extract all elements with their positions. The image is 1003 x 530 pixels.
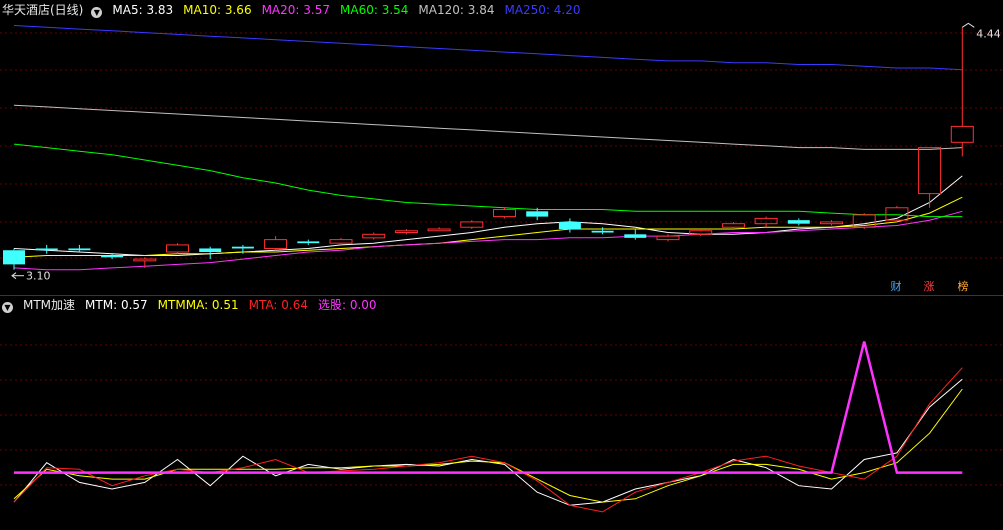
candle[interactable] <box>3 248 25 270</box>
candle[interactable] <box>460 220 484 229</box>
ma60-line <box>13 143 963 218</box>
high-price-label: 4.44 <box>976 27 1001 40</box>
candle[interactable] <box>362 232 386 240</box>
candle[interactable] <box>35 244 58 254</box>
ma250-line <box>13 25 963 71</box>
high-marker-icon <box>962 22 975 28</box>
kline-chart[interactable]: 4.44 3.10 <box>0 0 1003 530</box>
indicator-line-mta <box>13 367 963 513</box>
candle[interactable] <box>950 27 974 157</box>
indicator-line-select <box>14 341 963 474</box>
candle[interactable] <box>264 236 288 251</box>
candle[interactable] <box>394 229 418 235</box>
indicator-line-mtm <box>13 378 963 506</box>
candle[interactable] <box>558 218 581 233</box>
candle[interactable] <box>721 221 745 229</box>
candle[interactable] <box>918 147 942 208</box>
candle[interactable] <box>427 227 451 232</box>
candle[interactable] <box>591 227 614 235</box>
low-price-label: 3.10 <box>26 270 51 283</box>
candle[interactable] <box>624 229 647 240</box>
ma5-line <box>13 175 963 256</box>
ma120-line <box>13 104 963 150</box>
candle[interactable] <box>820 220 843 226</box>
candle[interactable] <box>787 218 810 226</box>
candle[interactable] <box>493 207 516 219</box>
candle[interactable] <box>166 243 189 254</box>
candle[interactable] <box>297 239 320 245</box>
candle[interactable] <box>68 244 91 252</box>
candle[interactable] <box>329 237 353 245</box>
ma10-line <box>13 196 963 258</box>
